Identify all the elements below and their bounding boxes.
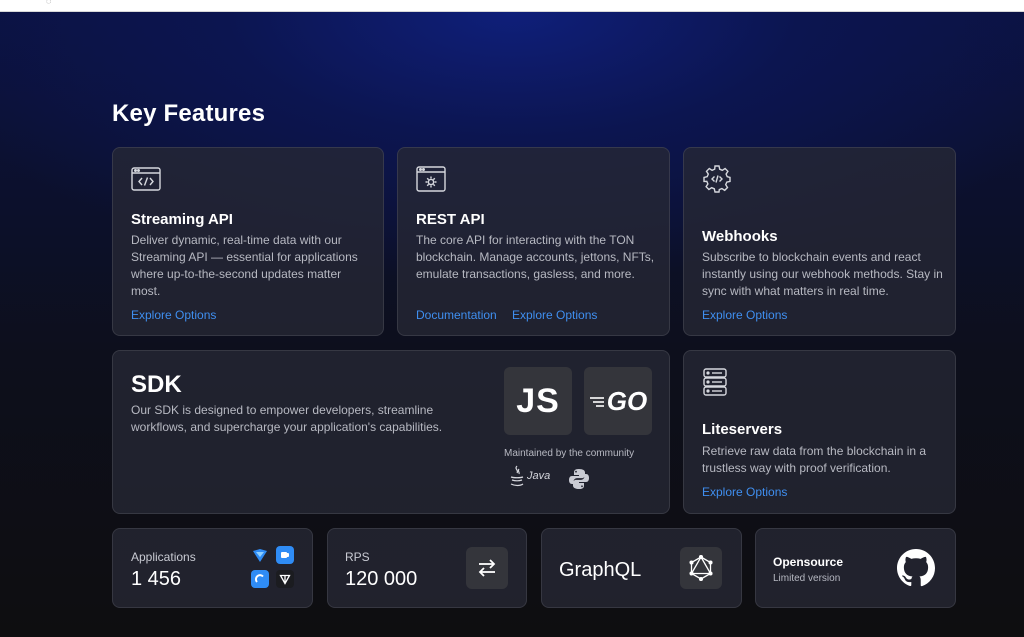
webhooks-description: Subscribe to blockchain events and react… — [702, 250, 943, 298]
settings-window-icon — [416, 164, 446, 194]
github-icon[interactable] — [897, 549, 936, 592]
sdk-description: Our SDK is designed to empower developer… — [131, 403, 443, 434]
browser-bar-fragment: ▔▔▔ ◌ — [0, 0, 1024, 12]
code-gear-icon — [702, 164, 732, 194]
tab-text-fragment: ▔▔▔ — [0, 0, 21, 6]
opensource-sublabel: Limited version — [773, 573, 841, 584]
graphql-icon — [680, 547, 722, 589]
opensource-card: Opensource Limited version — [755, 528, 956, 608]
server-icon — [702, 367, 732, 397]
rps-label: RPS — [345, 550, 370, 564]
rest-documentation-link[interactable]: Documentation — [416, 308, 497, 322]
app-icon-blue-square — [276, 546, 294, 564]
rps-card: RPS 120 000 — [327, 528, 527, 608]
graphql-label: GraphQL — [559, 559, 642, 581]
sdk-card: SDK Our SDK is designed to empower devel… — [112, 350, 670, 514]
webhooks-explore-link[interactable]: Explore Options — [702, 308, 787, 322]
transfer-arrows-icon — [466, 547, 508, 589]
tab-icon-fragment: ◌ — [46, 0, 52, 6]
opensource-label: Opensource — [773, 555, 844, 569]
rps-value: 120 000 — [345, 568, 418, 590]
rest-api-title: REST API — [416, 211, 485, 228]
rest-api-card: REST API The core API for interacting wi… — [397, 147, 670, 336]
app-icon-blue-swirl — [251, 570, 269, 588]
liteservers-explore-link[interactable]: Explore Options — [702, 485, 787, 499]
javascript-label: JS — [516, 381, 560, 420]
go-logo-icon: GO — [589, 386, 647, 417]
streaming-api-description: Deliver dynamic, real-time data with our… — [131, 233, 358, 298]
python-icon[interactable] — [568, 468, 590, 495]
rest-explore-link[interactable]: Explore Options — [512, 308, 597, 322]
liteservers-card: Liteservers Retrieve raw data from the b… — [683, 350, 956, 514]
applications-label: Applications — [131, 550, 196, 564]
streaming-api-card: Streaming API Deliver dynamic, real-time… — [112, 147, 384, 336]
javascript-sdk-tile[interactable]: JS — [504, 367, 572, 435]
applications-card: Applications 1 456 — [112, 528, 313, 608]
sdk-title: SDK — [131, 371, 182, 398]
applications-value: 1 456 — [131, 568, 182, 590]
graphql-card: GraphQL — [541, 528, 742, 608]
wallet-app-icon — [251, 546, 269, 564]
go-label: GO — [606, 385, 648, 416]
liteservers-title: Liteservers — [702, 421, 783, 438]
streaming-api-title: Streaming API — [131, 211, 233, 228]
webhooks-card: Webhooks Subscribe to blockchain events … — [683, 147, 956, 336]
community-label: Maintained by the community — [504, 448, 635, 459]
go-sdk-tile[interactable]: GO — [584, 367, 652, 435]
code-window-icon — [131, 164, 161, 194]
ton-icon — [276, 570, 294, 588]
java-icon[interactable]: Java — [508, 464, 550, 488]
rest-api-description: The core API for interacting with the TO… — [416, 233, 655, 281]
liteservers-description: Retrieve raw data from the blockchain in… — [702, 444, 927, 475]
page-title: Key Features — [112, 100, 266, 127]
streaming-explore-link[interactable]: Explore Options — [131, 308, 216, 322]
webhooks-title: Webhooks — [702, 228, 778, 245]
java-label: Java — [527, 470, 551, 482]
